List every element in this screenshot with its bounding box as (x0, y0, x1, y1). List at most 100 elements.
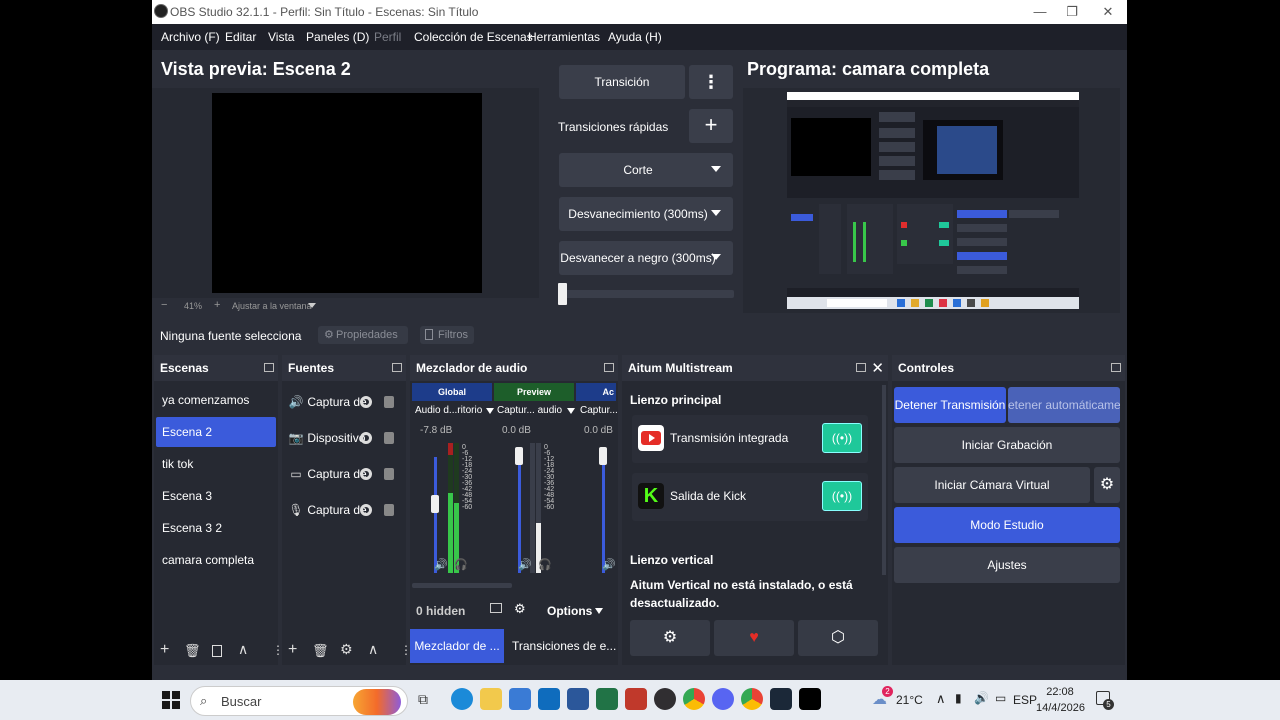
menu-paneles[interactable]: Paneles (D) (306, 30, 369, 44)
source-item[interactable]: 🔊 Captura de (288, 387, 404, 417)
obs-taskbar-icon[interactable] (654, 688, 676, 710)
menu-archivo[interactable]: Archivo (F) (161, 30, 220, 44)
lock-icon[interactable] (384, 468, 394, 480)
stop-streaming-button[interactable]: Detener Transmisión (894, 387, 1006, 423)
move-up-icon[interactable]: ∧ (368, 641, 378, 658)
word-icon[interactable] (567, 688, 589, 710)
lock-icon[interactable] (384, 432, 394, 444)
menu-ayuda[interactable]: Ayuda (H) (608, 30, 662, 44)
battery-icon[interactable]: ▭ (995, 691, 1006, 705)
options-button[interactable]: Options (547, 604, 592, 618)
add-transition-icon[interactable]: + (689, 109, 733, 143)
tray-chevron-icon[interactable]: ∧ (936, 691, 946, 707)
capcut-icon[interactable] (799, 688, 821, 710)
multistream-scrollbar[interactable] (882, 385, 886, 575)
quick-transition-fade-black[interactable]: Desvanecer a negro (300ms) (559, 241, 733, 275)
advanced-audio-icon[interactable]: ⚙ (514, 601, 526, 617)
scene-item-selected[interactable]: Escena 2 (156, 417, 276, 447)
volume-slider[interactable] (518, 453, 521, 573)
undock-icon[interactable] (604, 363, 614, 372)
aitum-logo-icon[interactable]: ⬡ (798, 620, 878, 656)
menu-vista[interactable]: Vista (268, 30, 294, 44)
tab-scene-transitions[interactable]: Transiciones de e... (512, 629, 616, 663)
minimize-button[interactable]: — (1023, 2, 1057, 22)
mixer-scrollbar[interactable] (412, 583, 512, 588)
discord-icon[interactable] (712, 688, 734, 710)
transition-button[interactable]: Transición (559, 65, 685, 99)
source-item[interactable]: 🎙 Captura de (288, 495, 404, 525)
heart-icon[interactable]: ♥ (714, 620, 794, 656)
multistream-settings-gear-icon[interactable]: ⚙ (630, 620, 710, 656)
store-icon[interactable] (509, 688, 531, 710)
virtual-camera-gear-icon[interactable]: ⚙ (1094, 467, 1120, 503)
lock-icon[interactable] (384, 504, 394, 516)
transition-more-icon[interactable]: ⋮ (689, 65, 733, 99)
channel-menu-icon[interactable] (567, 408, 575, 414)
volume-fader[interactable] (599, 447, 607, 465)
media-app-icon[interactable] (625, 688, 647, 710)
preview-canvas[interactable] (212, 93, 482, 293)
maximize-button[interactable]: ❐ (1055, 2, 1089, 22)
source-item[interactable]: 📷 Dispositivo (288, 423, 404, 453)
mute-speaker-icon[interactable]: 🔊 (602, 558, 616, 571)
quick-transition-fade[interactable]: Desvanecimiento (300ms) (559, 197, 733, 231)
scene-item[interactable]: tik tok (156, 449, 276, 479)
excel-icon[interactable] (596, 688, 618, 710)
chrome-icon[interactable] (683, 688, 705, 710)
scene-item[interactable]: Escena 3 2 (156, 513, 276, 543)
mute-speaker-icon[interactable]: 🔊 (434, 558, 448, 571)
task-view-icon[interactable]: ⧉ (418, 691, 428, 708)
quick-transition-corte[interactable]: Corte (559, 153, 733, 187)
visibility-icon[interactable] (360, 468, 372, 480)
taskbar-search[interactable]: ⌕ Buscar (190, 686, 408, 716)
edge-icon[interactable] (451, 688, 473, 710)
gear-icon[interactable]: ⚙ (340, 641, 353, 658)
usb-icon[interactable]: ▮ (955, 691, 962, 705)
stream-toggle-button[interactable]: ((•)) (822, 423, 862, 453)
start-virtual-camera-button[interactable]: Iniciar Cámara Virtual (894, 467, 1090, 503)
scene-item[interactable]: Escena 3 (156, 481, 276, 511)
stream-toggle-button[interactable]: ((•)) (822, 481, 862, 511)
zoom-out-button[interactable]: − (161, 299, 167, 311)
start-recording-button[interactable]: Iniciar Grabación (894, 427, 1120, 463)
monitor-headphones-icon[interactable]: 🎧 (538, 558, 552, 571)
tbar-track[interactable] (560, 290, 734, 298)
language-indicator[interactable]: ESP (1013, 693, 1037, 707)
options-chevron-icon[interactable] (595, 608, 603, 614)
steam-icon[interactable] (770, 688, 792, 710)
source-item[interactable]: ▭ Captura de (288, 459, 404, 489)
file-explorer-icon[interactable] (480, 688, 502, 710)
monitor-headphones-icon[interactable]: 🎧 (454, 558, 468, 571)
tbar-handle[interactable] (558, 283, 567, 305)
auto-stop-button[interactable]: etener automáticamen (1008, 387, 1120, 423)
lock-icon[interactable] (384, 396, 394, 408)
visibility-icon[interactable] (360, 504, 372, 516)
preview-panel[interactable] (152, 88, 539, 298)
clock[interactable]: 22:08 14/4/2026 (1036, 684, 1085, 716)
close-button[interactable]: ✕ (1091, 2, 1125, 22)
menu-perfil[interactable]: Perfil (374, 30, 401, 44)
volume-icon[interactable]: 🔊 (974, 691, 989, 705)
settings-button[interactable]: Ajustes (894, 547, 1120, 583)
windows-start-icon[interactable] (162, 691, 180, 709)
properties-button[interactable]: ⚙ Propiedades (318, 326, 408, 344)
volume-slider[interactable] (602, 453, 605, 573)
visibility-icon[interactable] (360, 396, 372, 408)
chrome-profile-icon[interactable] (741, 688, 763, 710)
menu-herramientas[interactable]: Herramientas (528, 30, 600, 44)
zoom-in-button[interactable]: + (214, 299, 220, 311)
add-source-icon[interactable]: + (288, 641, 297, 659)
channel-menu-icon[interactable] (486, 408, 494, 414)
outlook-icon[interactable] (538, 688, 560, 710)
scene-item[interactable]: ya comenzamos (156, 385, 276, 415)
volume-fader[interactable] (515, 447, 523, 465)
move-up-icon[interactable]: ∧ (238, 641, 248, 658)
undock-icon[interactable] (856, 363, 866, 372)
volume-fader[interactable] (431, 495, 439, 513)
layout-icon[interactable] (490, 603, 502, 613)
visibility-icon[interactable] (360, 432, 372, 444)
volume-slider[interactable] (434, 457, 437, 573)
scene-item[interactable]: camara completa (156, 545, 276, 575)
undock-icon[interactable] (1111, 363, 1121, 372)
close-dock-icon[interactable]: ✕ (871, 359, 884, 377)
